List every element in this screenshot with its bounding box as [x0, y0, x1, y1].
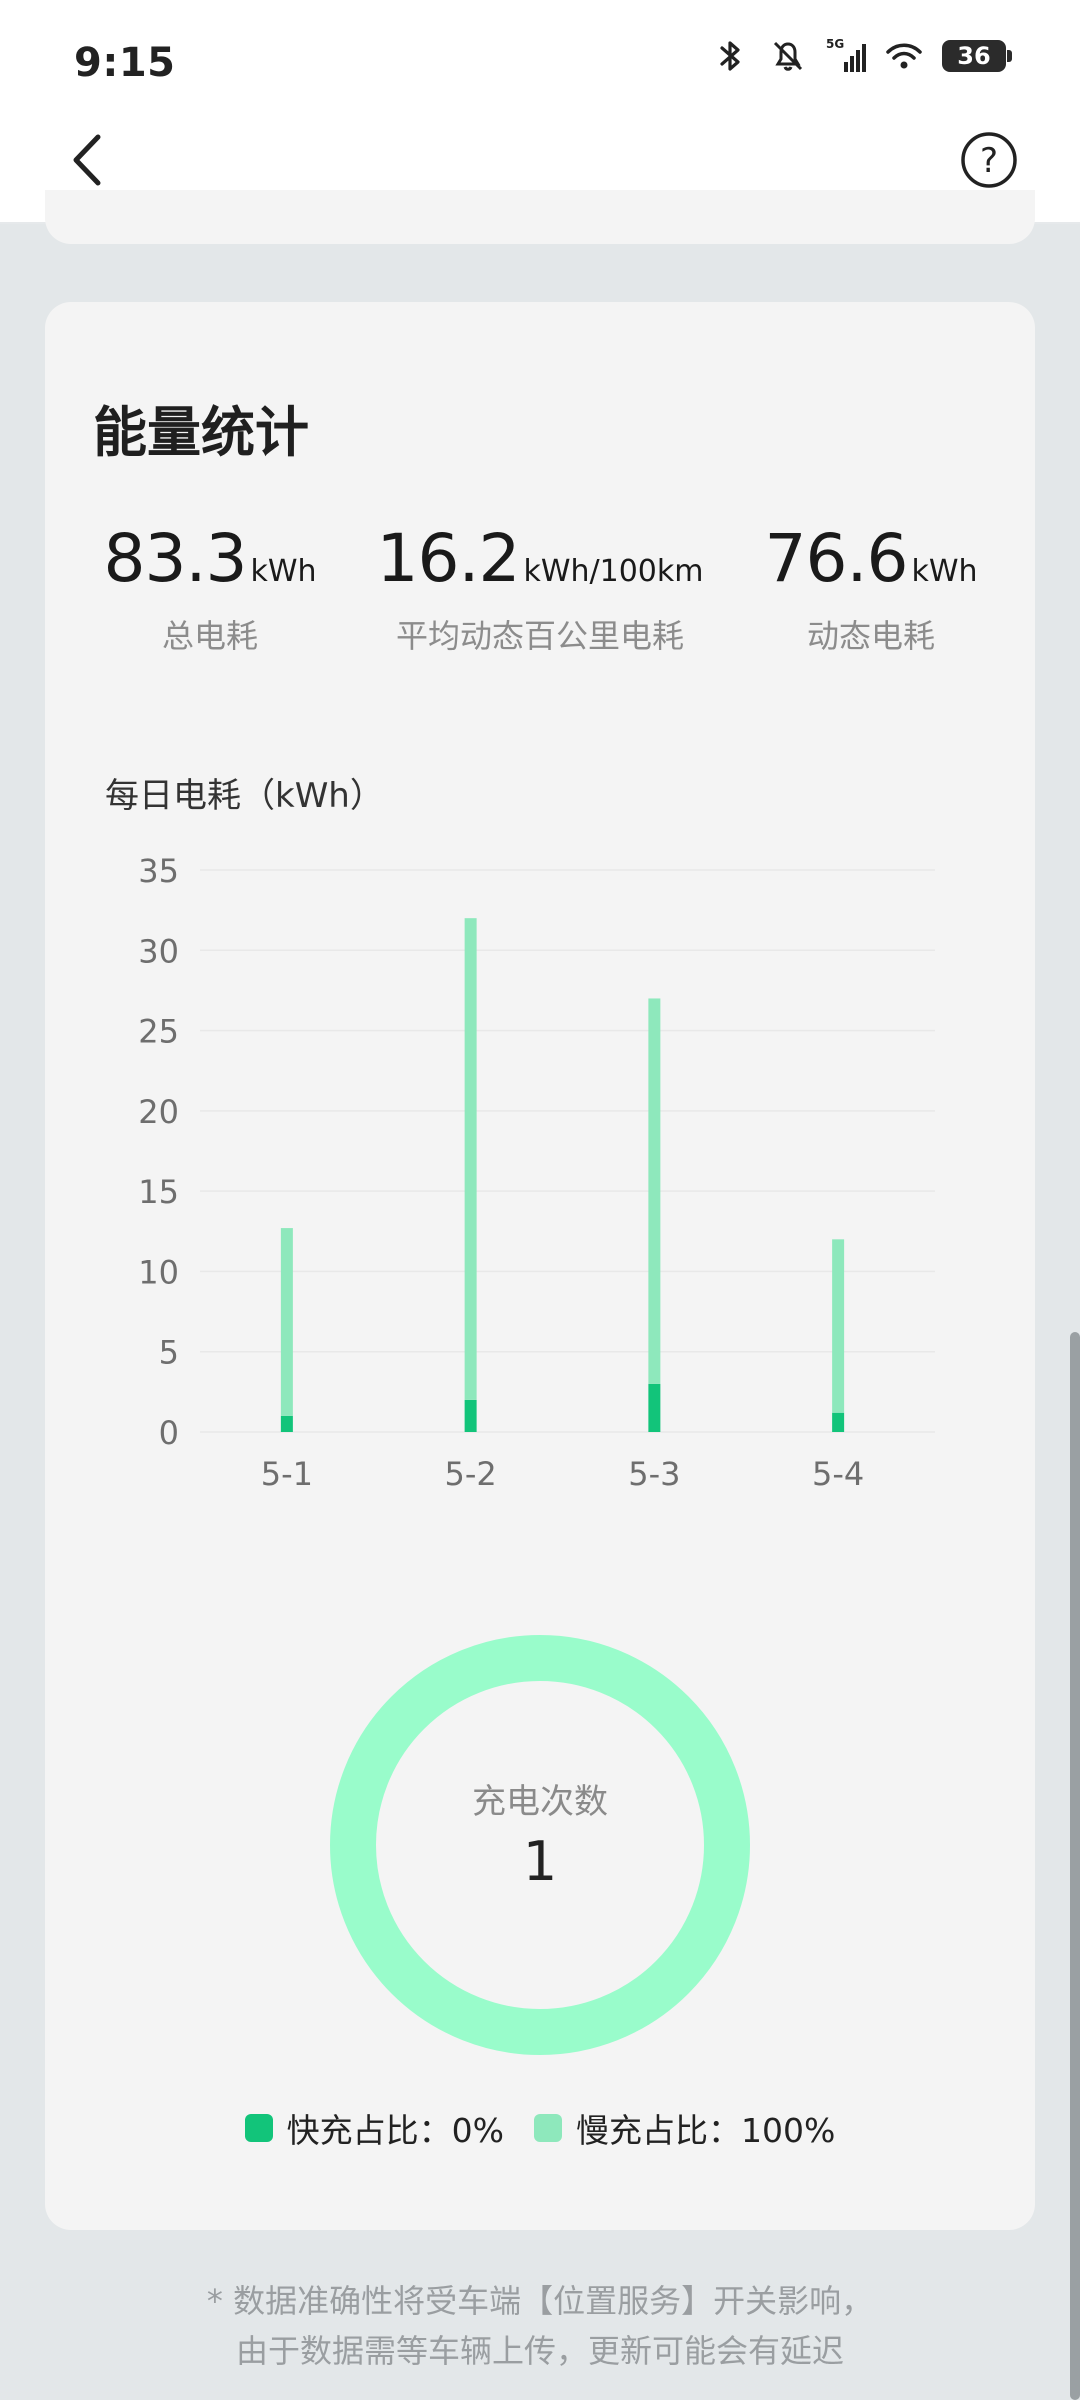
legend-swatch-fast: [244, 2114, 273, 2142]
mute-icon: [773, 41, 803, 71]
back-chevron-icon[interactable]: [60, 125, 120, 195]
charge-type-legend: 快充占比：0% 慢充占比：100%: [45, 2104, 1035, 2152]
stat-value: 16.2: [376, 520, 521, 597]
bar-segment: [832, 1239, 845, 1413]
stat-value: 83.3: [103, 520, 247, 597]
footnote: * 数据准确性将受车端【位置服务】开关影响， 由于数据需等车辆上传，更新可能会有…: [0, 2276, 1080, 2376]
signal-5g-icon: 5G: [826, 37, 866, 72]
battery-icon: 36: [942, 40, 1012, 72]
y-tick-label: 10: [138, 1253, 179, 1291]
stat-total-consumption: 83.3 kWh 总电耗: [103, 520, 316, 657]
bar-segment: [464, 918, 477, 1400]
stat-unit: kWh: [911, 554, 978, 589]
stat-average-consumption: 16.2 kWh/100km 平均动态百公里电耗: [377, 520, 704, 657]
legend-swatch-slow: [534, 2114, 562, 2142]
chart-title: 每日电耗（kWh）: [105, 776, 384, 816]
legend-fast-charge: 快充占比：0%: [244, 2104, 504, 2152]
y-tick-label: 20: [138, 1093, 179, 1131]
x-tick-label: 5-2: [444, 1455, 496, 1493]
x-tick-label: 5-4: [812, 1455, 864, 1493]
bar-segment: [648, 998, 661, 1384]
stat-value: 76.6: [764, 520, 908, 597]
donut-label: 充电次数: [472, 1782, 608, 1822]
status-time: 9:15: [74, 40, 176, 86]
x-tick-label: 5-1: [261, 1455, 313, 1493]
legend-fast-label: 快充占比：0%: [286, 2111, 504, 2150]
y-tick-label: 25: [138, 1013, 179, 1051]
bar-segment: [464, 1399, 477, 1432]
card-title: 能量统计: [93, 401, 309, 464]
donut-value: 1: [522, 1830, 558, 1893]
scrollbar[interactable]: [1070, 1332, 1080, 2400]
bar-segment: [280, 1415, 293, 1432]
stat-unit: kWh/100km: [523, 554, 704, 589]
svg-text:5G: 5G: [826, 37, 844, 51]
y-tick-label: 0: [159, 1414, 179, 1452]
y-tick-label: 30: [138, 932, 179, 970]
stat-label: 动态电耗: [806, 617, 936, 655]
energy-statistics-card: 能量统计 83.3 kWh 总电耗 16.2 kWh/100km 平均动态百公里电耗…: [45, 302, 1035, 2230]
status-icons: 5G 36: [710, 36, 1012, 76]
footnote-line-1: * 数据准确性将受车端【位置服务】开关影响，: [206, 2282, 874, 2320]
wifi-icon: [886, 43, 922, 69]
x-tick-label: 5-3: [628, 1455, 680, 1493]
legend-slow-label: 慢充占比：100%: [576, 2111, 836, 2150]
y-tick-label: 15: [138, 1173, 179, 1211]
legend-slow-charge: 慢充占比：100%: [534, 2104, 835, 2152]
stat-unit: kWh: [250, 554, 317, 589]
previous-card: [45, 190, 1035, 244]
bar-segment: [280, 1228, 293, 1416]
stat-dynamic-consumption: 76.6 kWh 动态电耗: [764, 520, 977, 657]
stat-label: 总电耗: [161, 617, 259, 655]
bar-segment: [648, 1383, 661, 1432]
footnote-line-2: 由于数据需等车辆上传，更新可能会有延迟: [235, 2332, 844, 2370]
stat-label: 平均动态百公里电耗: [395, 617, 684, 655]
y-tick-label: 5: [159, 1334, 179, 1372]
svg-text:?: ?: [980, 141, 998, 181]
bar-segment: [832, 1412, 845, 1432]
y-tick-label: 35: [138, 852, 179, 890]
bluetooth-icon: [720, 41, 740, 71]
help-icon[interactable]: ?: [960, 131, 1018, 189]
